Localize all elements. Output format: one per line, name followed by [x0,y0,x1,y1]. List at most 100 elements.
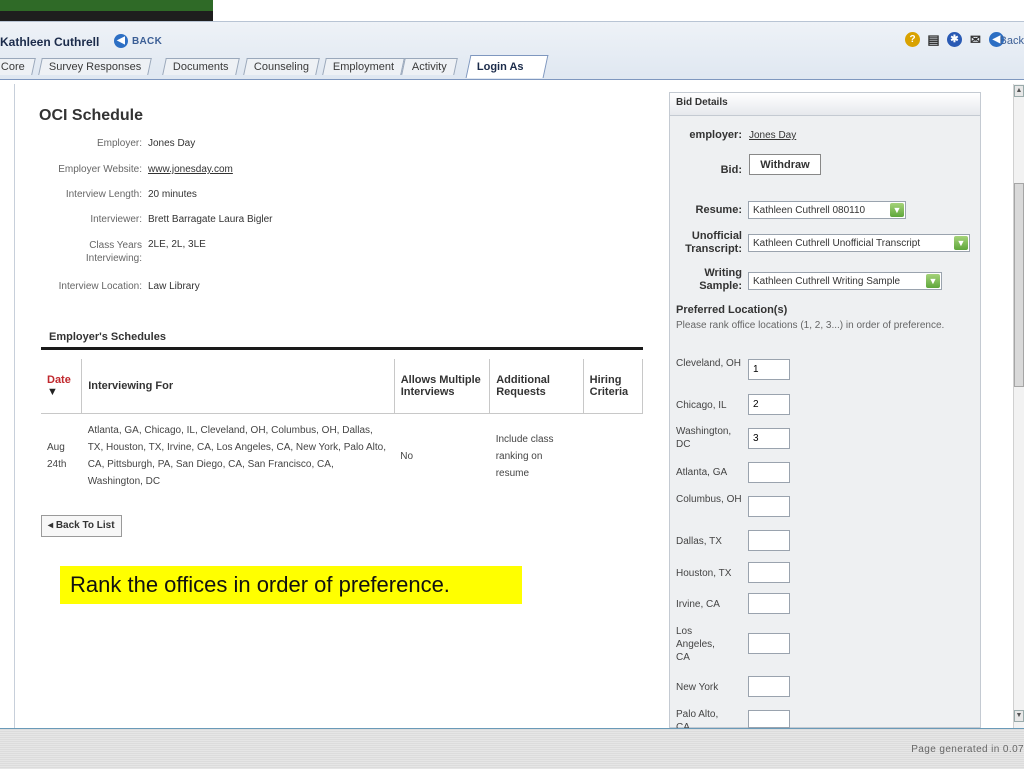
comment-icon[interactable]: ✉ [968,32,983,47]
rank-input-los-angeles[interactable] [748,633,790,654]
transcript-selected: Kathleen Cuthrell Unofficial Transcript [753,238,921,249]
hiring-criteria-header: Hiring Criteria [583,359,644,414]
student-name: Kathleen Cuthrell [0,35,100,49]
website-link-text[interactable]: www.jonesday.com [148,164,233,175]
rank-input-irvine[interactable] [748,593,790,614]
row-additional: Include class ranking on resume [495,433,554,479]
location-name: Columbus, OH [676,494,742,505]
tab-login-as[interactable]: Login As [465,55,549,78]
row-interviewing-for: Atlanta, GA, Chicago, IL, Cleveland, OH,… [87,425,386,487]
schedules-heading: Employer's Schedules [49,331,166,343]
chevron-left-icon: ◂ [48,520,54,531]
interview-length-label: Interview Length: [65,189,142,200]
chevron-down-icon: ▼ [954,236,968,250]
scrollbar-thumb[interactable] [1014,183,1024,387]
bid-label: Bid: [720,164,742,176]
tab-activity[interactable]: Activity [401,58,458,75]
tab-label: Core [0,61,25,73]
page-title: OCI Schedule [39,107,144,124]
resume-selected: Kathleen Cuthrell 080110 [753,205,866,216]
preferred-locations-help: Please rank office locations (1, 2, 3...… [676,320,945,331]
tab-label: Login As [476,61,524,73]
print-icon[interactable]: ▤ [926,32,941,47]
tab-label: Counseling [253,61,309,73]
website-link[interactable]: www.jonesday.com [148,164,233,175]
writing-sample-selected: Kathleen Cuthrell Writing Sample [753,276,901,287]
sort-down-icon: ▼ [47,386,58,398]
location-name: Dallas, TX [676,536,722,547]
bid-details-header: Bid Details [669,92,981,116]
interviewer-value: Brett Barragate Laura Bigler [148,214,273,225]
tab-employment[interactable]: Employment [322,58,405,75]
rank-input-chicago[interactable] [748,394,790,415]
back-button[interactable]: ◀ BACK [114,33,162,49]
location-name: Atlanta, GA [676,467,728,478]
rank-input-palo-alto[interactable] [748,710,790,728]
scrollbar-track[interactable] [1013,84,1024,728]
location-name: Houston, TX [676,568,732,579]
rank-input-columbus[interactable] [748,496,790,517]
transcript-select[interactable]: Kathleen Cuthrell Unofficial Transcript … [748,234,970,252]
table-header-row: Date ▼ Interviewing For Allows Multiple I… [41,359,644,414]
location-name: Washington, DC [676,426,732,450]
tab-label: Employment [332,61,395,73]
back-to-list-button[interactable]: ◂ Back To List [41,515,122,537]
employer-label: Employer: [96,138,142,149]
writing-sample-label: Writing Sample: [699,267,742,292]
interview-length-value: 20 minutes [148,189,197,200]
tab-counseling[interactable]: Counseling [243,58,320,75]
writing-sample-select[interactable]: Kathleen Cuthrell Writing Sample ▼ [748,272,942,290]
rank-input-new-york[interactable] [748,676,790,697]
class-years-label: Class Years Interviewing: [85,240,142,264]
location-name: Los Angeles, CA [676,626,715,663]
row-date: Aug 24th [47,442,67,470]
row-hiring [583,414,642,499]
resume-select[interactable]: Kathleen Cuthrell 080110 ▼ [748,201,906,219]
tab-label: Documents [172,61,229,73]
back-to-list-label: Back To List [55,520,115,531]
location-label: Interview Location: [58,281,142,292]
table-row: Aug 24th Atlanta, GA, Chicago, IL, Cleve… [41,414,643,499]
back-label: BACK [132,35,163,47]
tab-documents[interactable]: Documents [162,58,240,75]
scroll-up-icon[interactable]: ▲ [1014,85,1024,97]
bid-employer-link[interactable]: Jones Day [749,130,796,141]
rank-input-washington[interactable] [748,428,790,449]
back-arrow-icon: ◀ [114,34,128,48]
interviewing-for-header: Interviewing For [81,359,395,414]
rank-input-houston[interactable] [748,562,790,583]
scroll-down-icon[interactable]: ▼ [1014,710,1024,722]
additional-requests-header: Additional Requests [489,359,584,414]
tab-core[interactable]: Core [0,58,36,75]
accessibility-icon[interactable]: ✱ [947,32,962,47]
employer-value: Jones Day [148,138,196,149]
tab-survey-responses[interactable]: Survey Responses [38,58,153,75]
location-name: New York [676,682,719,693]
withdraw-button[interactable]: Withdraw [749,154,821,175]
logo-bar [0,0,213,11]
rank-input-dallas[interactable] [748,530,790,551]
page-footer [0,728,1024,769]
page-generated-text: Page generated in 0.07 [911,744,1024,755]
help-icon[interactable]: ? [905,32,920,47]
rank-input-atlanta[interactable] [748,462,790,483]
content-divider [14,84,15,728]
schedules-divider [41,347,643,350]
chevron-down-icon: ▼ [926,274,940,288]
location-name: Chicago, IL [676,400,727,411]
toolbar-icons: ? ▤ ✱ ✉ ◀ [905,32,1004,47]
row-multiple: No [400,450,414,462]
tab-label: Activity [411,61,447,73]
instruction-callout: Rank the offices in order of preference. [60,566,522,604]
schedule-table: Date ▼ Interviewing For Allows Multiple I… [41,359,644,499]
column-label: Date [47,374,71,386]
date-column-header[interactable]: Date ▼ [41,359,83,414]
back-link[interactable]: Back [1000,35,1024,47]
tab-label: Survey Responses [48,61,142,73]
transcript-label: Unofficial Transcript: [685,230,742,255]
resume-label: Resume: [695,204,742,216]
rank-input-cleveland[interactable] [748,359,790,380]
chevron-down-icon: ▼ [890,203,904,217]
class-years-value: 2LE, 2L, 3LE [148,239,206,250]
logo-bar-dark [0,11,213,21]
